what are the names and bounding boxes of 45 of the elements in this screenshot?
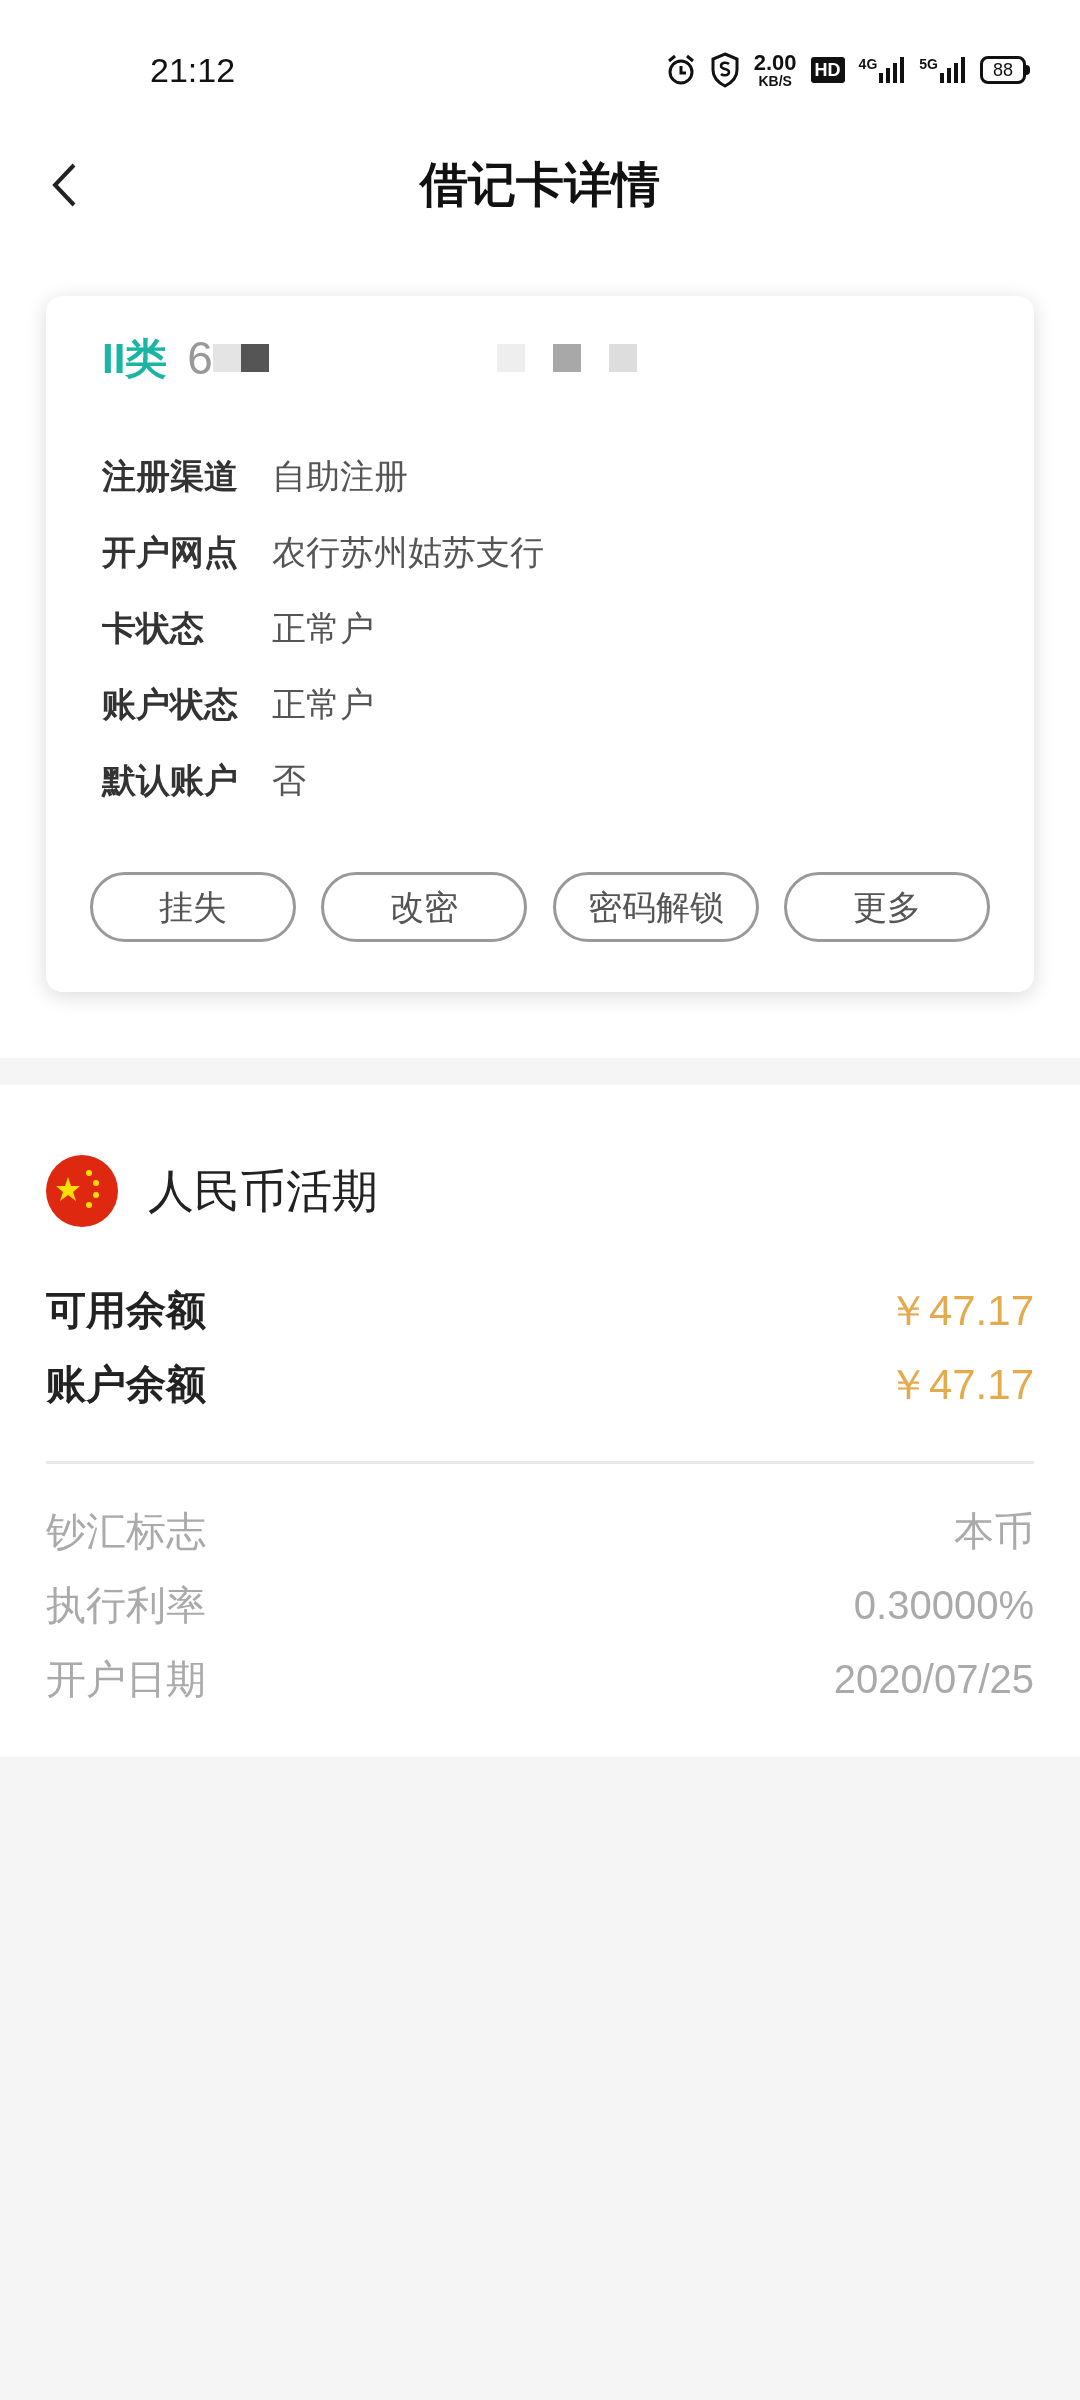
- detail-value: 本币: [954, 1508, 1034, 1555]
- signal-icon: [879, 57, 906, 83]
- detail-value: 0.30000%: [853, 1582, 1034, 1629]
- battery-level: 88: [979, 56, 1026, 84]
- action-button[interactable]: 密码解锁: [552, 872, 759, 942]
- detail-label: 执行利率: [46, 1582, 206, 1629]
- redaction-block: [608, 344, 637, 372]
- balance-amount: ￥47.17: [886, 1359, 1034, 1410]
- field-label: 默认账户: [102, 759, 239, 801]
- speed-unit: KB/S: [758, 74, 792, 88]
- field-value: 正常户: [272, 607, 374, 649]
- detail-value: 2020/07/25: [833, 1656, 1034, 1703]
- card-number: 6: [187, 330, 213, 386]
- action-button[interactable]: 改密: [321, 872, 528, 942]
- signal-icon: [939, 57, 966, 83]
- redaction-block: [240, 344, 269, 372]
- shield-icon: [709, 52, 740, 88]
- network-type: 5G: [919, 57, 938, 71]
- china-flag-icon: [46, 1155, 118, 1227]
- network-speed: 2.00: [753, 52, 797, 74]
- page-title: 借记卡详情: [420, 157, 660, 213]
- redaction-block: [552, 344, 581, 372]
- hd-badge: HD: [810, 57, 845, 83]
- balance-label: 账户余额: [46, 1361, 206, 1408]
- card-class: II类: [102, 333, 168, 384]
- detail-label: 钞汇标志: [46, 1508, 206, 1555]
- detail-label: 开户日期: [46, 1656, 206, 1703]
- field-label: 开户网点: [102, 531, 239, 573]
- field-label: 注册渠道: [102, 455, 239, 497]
- action-button[interactable]: 更多: [784, 872, 990, 942]
- alarm-icon: [665, 54, 696, 86]
- field-label: 账户状态: [102, 683, 239, 725]
- redaction-block: [212, 344, 241, 372]
- network-type: 4G: [858, 57, 878, 71]
- field-value: 正常户: [272, 683, 374, 725]
- balance-amount: ￥47.17: [886, 1285, 1034, 1336]
- battery-tip: [1026, 65, 1030, 75]
- account-title: 人民币活期: [148, 1163, 378, 1219]
- action-button[interactable]: 挂失: [90, 872, 296, 942]
- field-label: 卡状态: [102, 607, 205, 649]
- field-value: 自助注册: [272, 455, 408, 497]
- field-value: 农行苏州姑苏支行: [272, 531, 544, 573]
- field-value: 否: [272, 759, 306, 801]
- balance-label: 可用余额: [46, 1287, 206, 1334]
- status-time: 21:12: [150, 49, 236, 91]
